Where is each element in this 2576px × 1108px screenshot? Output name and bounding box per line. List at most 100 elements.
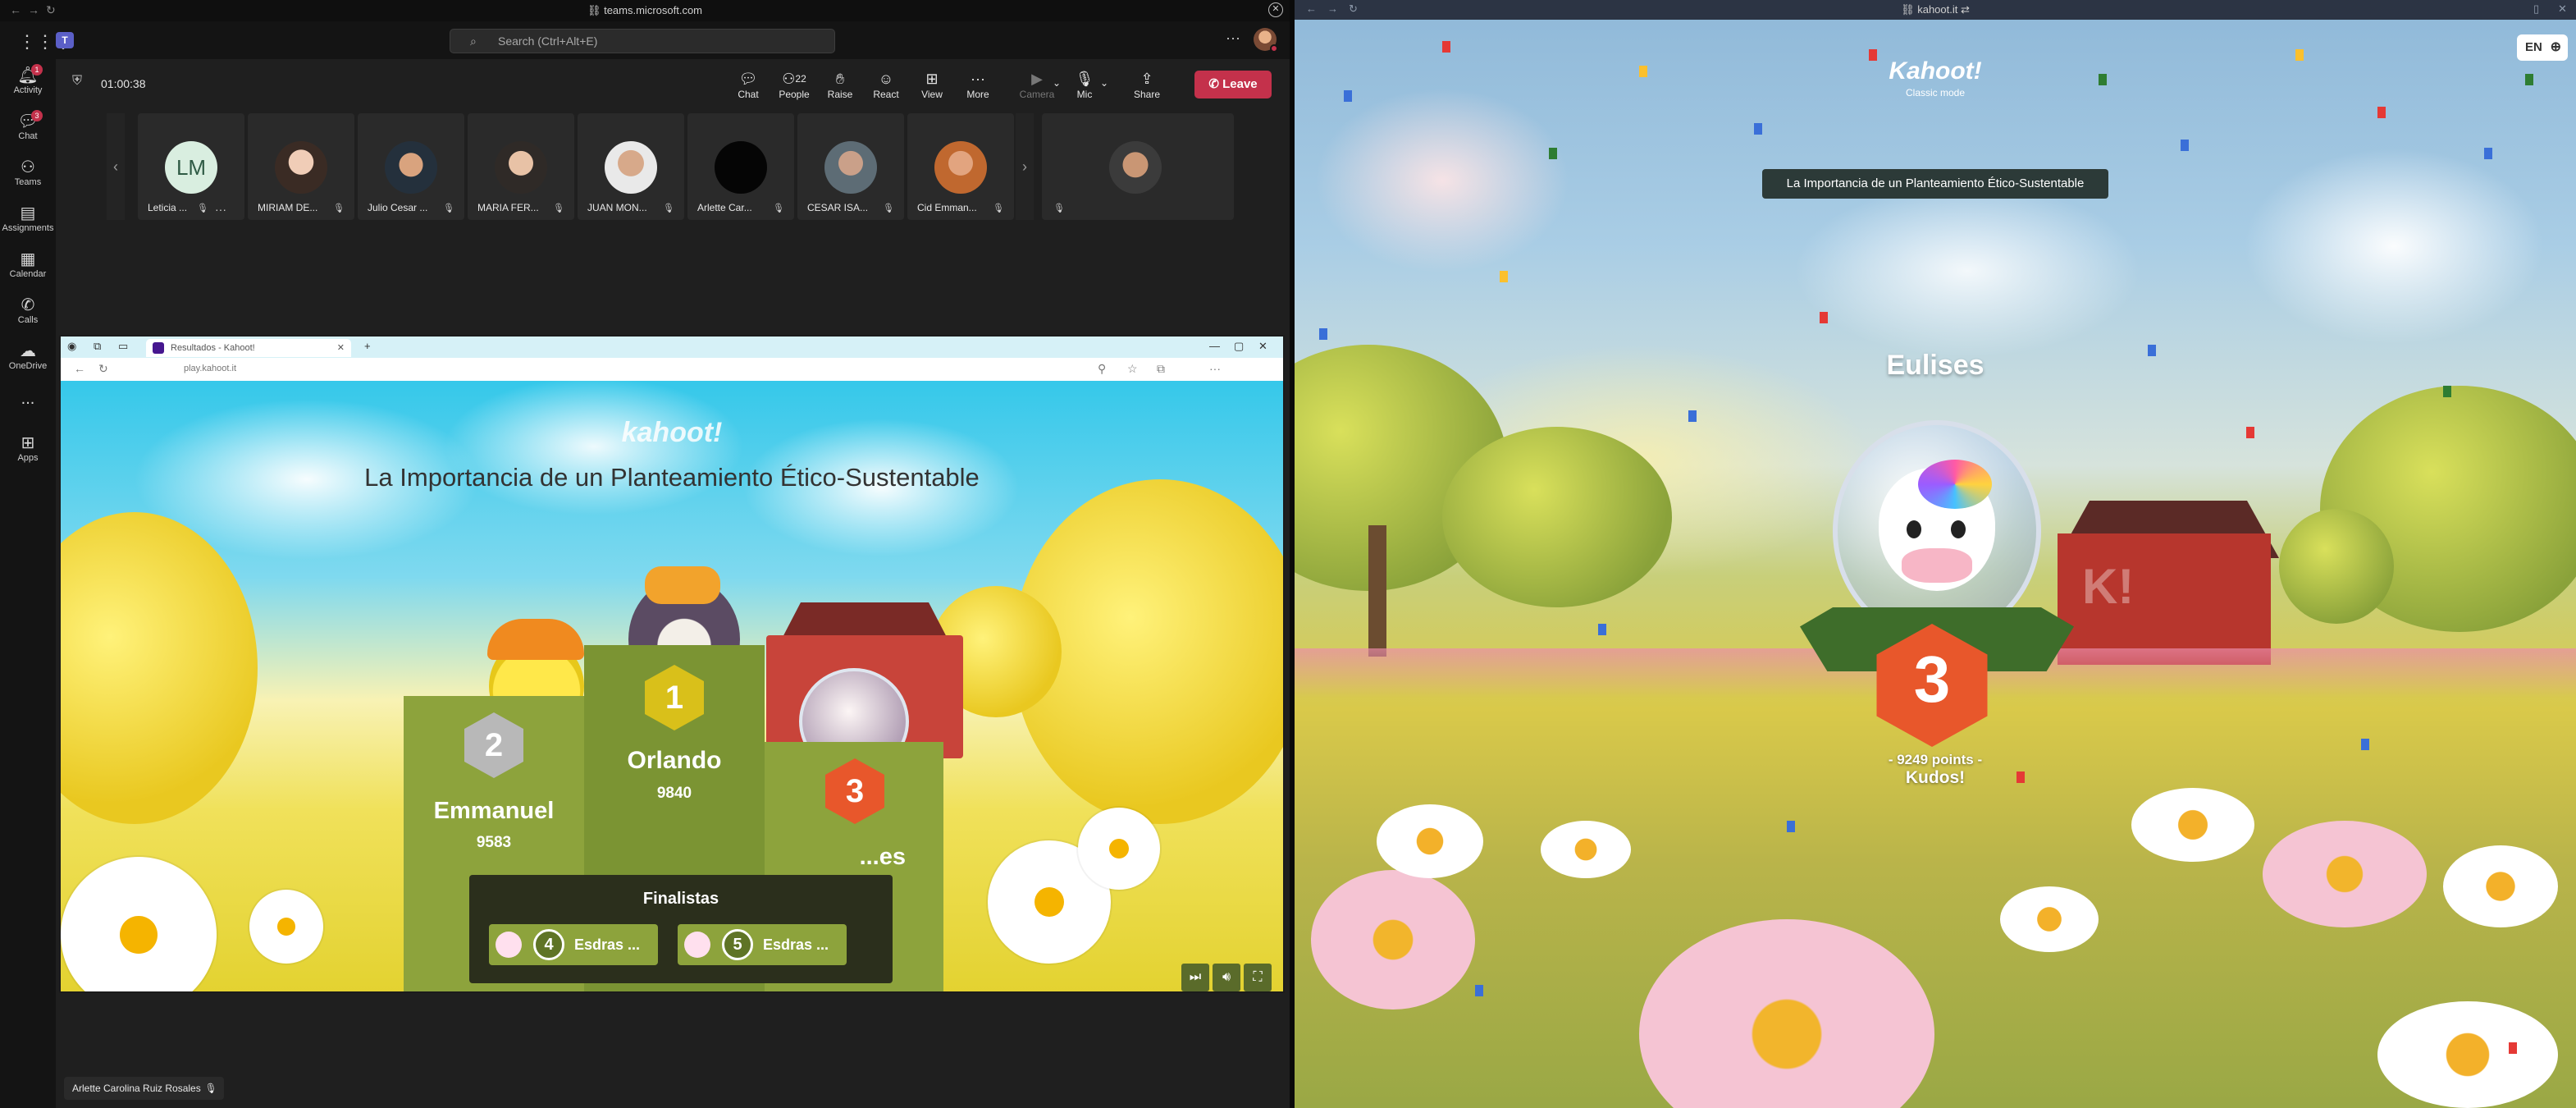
mic-off-icon: 🎙︎ — [663, 204, 674, 213]
confetti — [1820, 312, 1828, 323]
participant-tile[interactable]: CESAR ISA... 🎙︎ — [797, 113, 904, 220]
chat-icon: 💬︎ 3 — [0, 110, 56, 131]
cloud-icon: ☁ — [20, 342, 36, 360]
shared-screen: ◉ ⧉ ▭ Resultados - Kahoot! ✕ + — ▢ ✕ ← ↻… — [59, 335, 1285, 993]
address-text: teams.microsoft.com — [604, 4, 703, 16]
tab-actions-icon: ▭ — [118, 340, 129, 352]
mic-label: Mic — [1076, 89, 1093, 100]
finalist-item: 4 Esdras ... — [489, 924, 658, 965]
chat-icon: 💬︎ — [738, 71, 758, 87]
minimize-icon: — — [1209, 340, 1220, 352]
participant-tile-speaker[interactable]: 🎙︎ — [1042, 113, 1234, 220]
chevron-left-icon[interactable]: ‹ — [107, 113, 125, 220]
participant-tile[interactable]: JUAN MON... 🎙︎ — [578, 113, 684, 220]
chat-badge: 3 — [31, 110, 43, 121]
raise-hand-button[interactable]: ✋︎ Raise — [820, 69, 860, 100]
address-bar[interactable]: ⛓ teams.microsoft.com — [0, 4, 1290, 17]
rail-item-onedrive[interactable]: ☁ OneDrive — [0, 341, 56, 371]
orange-hat — [487, 619, 584, 660]
meeting-toolbar: ⛨ 01:00:38 💬︎ Chat ⚇22 People ✋︎ Raise ☺ Rea… — [56, 66, 1290, 105]
rail-item-calendar[interactable]: ▦ Calendar — [0, 250, 56, 279]
rail-item-apps[interactable]: ⊞ Apps — [0, 433, 56, 463]
barn-logo: K! — [2082, 559, 2135, 614]
shared-tab: Resultados - Kahoot! ✕ — [146, 339, 351, 357]
bell-icon: 🔔︎ 1 — [0, 64, 56, 85]
confetti — [1754, 123, 1762, 135]
share-icon: ⇪ — [1140, 71, 1153, 87]
participant-name: JUAN MON... — [587, 202, 647, 213]
rank-number: 3 — [1913, 643, 1951, 716]
people-icon: ⚇22 — [782, 71, 806, 87]
rail-item-more[interactable]: ... — [0, 389, 56, 409]
calendar-icon: ▦ — [20, 250, 36, 268]
lock-icon: ⛓ — [587, 4, 605, 16]
confetti — [2361, 739, 2369, 750]
meeting-timer: 01:00:38 — [101, 77, 146, 90]
rail-item-calls[interactable]: ✆ Calls — [0, 295, 56, 325]
people-count: 22 — [795, 73, 806, 85]
rail-item-activity[interactable]: 🔔︎ 1 Activity — [0, 64, 56, 95]
quiz-title: La Importancia de un Planteamiento Ético… — [364, 463, 980, 492]
grid-icon: ⊞ — [925, 71, 939, 87]
participant-tile[interactable]: MIRIAM DE... 🎙︎ — [248, 113, 354, 220]
teams-window: ← → ↻ ⛓ teams.microsoft.com ✕ ⋮⋮⋮ T ⌕ Se… — [0, 0, 1290, 1108]
participant-tile[interactable]: Cid Emman... 🎙︎ — [907, 113, 1014, 220]
participant-name: Julio Cesar ... — [368, 202, 428, 213]
confetti — [2295, 49, 2304, 61]
participant-tile[interactable]: MARIA FER... 🎙︎ — [468, 113, 574, 220]
close-icon[interactable]: ✕ — [2558, 2, 2567, 16]
chat-button[interactable]: 💬︎ Chat — [728, 69, 768, 100]
globe-icon: ⊕ — [2550, 40, 2561, 54]
more-options-icon[interactable]: ··· — [1226, 30, 1240, 47]
confetti — [1500, 271, 1508, 282]
tree-decoration — [61, 512, 258, 824]
react-button[interactable]: ☺ React — [866, 69, 906, 100]
podium-name: Emmanuel — [433, 798, 555, 824]
chevron-right-icon[interactable]: › — [1016, 113, 1034, 220]
podium-score: 9840 — [656, 785, 692, 802]
mic-off-icon: 🎙︎ — [553, 204, 564, 213]
more-icon[interactable]: ··· — [215, 203, 226, 216]
unicorn-eye — [1907, 520, 1921, 538]
rail-label: Chat — [18, 131, 38, 141]
address-bar[interactable]: ⛓ kahoot.it ⇄ — [1295, 3, 2576, 16]
share-button[interactable]: ⇪ Share — [1127, 69, 1167, 100]
sidebar-icon[interactable]: ▯ — [2533, 2, 2539, 16]
rail-item-teams[interactable]: ⚇ Teams — [0, 158, 56, 187]
shared-url: play.kahoot.it — [184, 364, 237, 373]
rail-label: Assignments — [2, 223, 54, 233]
screen: ← → ↻ ⛓ teams.microsoft.com ✕ ⋮⋮⋮ T ⌕ Se… — [0, 0, 2576, 1108]
participant-tile[interactable]: Arlette Car... 🎙︎ — [687, 113, 794, 220]
finalists-title: Finalistas — [642, 890, 719, 908]
mic-off-icon: 🎙︎ — [333, 204, 345, 213]
view-button[interactable]: ⊞ View — [912, 69, 952, 100]
rail-item-assignments[interactable]: ▤ Assignments — [0, 204, 56, 233]
podium-name: ...es — [859, 844, 906, 870]
mic-chevron-icon[interactable]: ⌄ — [1098, 77, 1111, 89]
daisy-decoration — [1377, 804, 1483, 878]
camera-chevron-icon[interactable]: ⌄ — [1050, 77, 1063, 89]
avatar[interactable] — [1254, 28, 1278, 53]
search-input[interactable]: ⌕ Search (Ctrl+Alt+E) — [450, 29, 835, 53]
mic-off-icon: 🎙︎ — [883, 204, 894, 213]
participant-tile[interactable]: LM Leticia ... 🎙︎ ··· — [138, 113, 244, 220]
pink-flower-decoration — [1639, 919, 1934, 1108]
language-button[interactable]: EN ⊕ — [2517, 34, 2568, 61]
rail-item-chat[interactable]: 💬︎ 3 Chat — [0, 110, 56, 141]
new-tab-icon: + — [364, 340, 371, 352]
mic-off-icon: 🎙︎ — [773, 204, 784, 213]
confetti — [2246, 427, 2254, 438]
hand-icon: ✋︎ — [835, 71, 845, 87]
medal-first: 1 — [645, 665, 704, 730]
leave-button[interactable]: ✆ Leave — [1194, 71, 1272, 98]
people-button[interactable]: ⚇22 People — [774, 69, 814, 100]
podium-name: Orlando — [627, 747, 722, 774]
participant-tile[interactable]: Julio Cesar ... 🎙︎ — [358, 113, 464, 220]
more-button[interactable]: ··· More — [958, 69, 998, 100]
avatar — [1109, 141, 1162, 194]
close-icon[interactable]: ✕ — [1268, 2, 1283, 17]
kahoot-favicon-icon — [153, 342, 164, 354]
browser-logo-icon: ◉ — [67, 340, 77, 352]
lock-icon: ⛓ — [1901, 3, 1918, 16]
pancake-hat — [645, 566, 720, 604]
